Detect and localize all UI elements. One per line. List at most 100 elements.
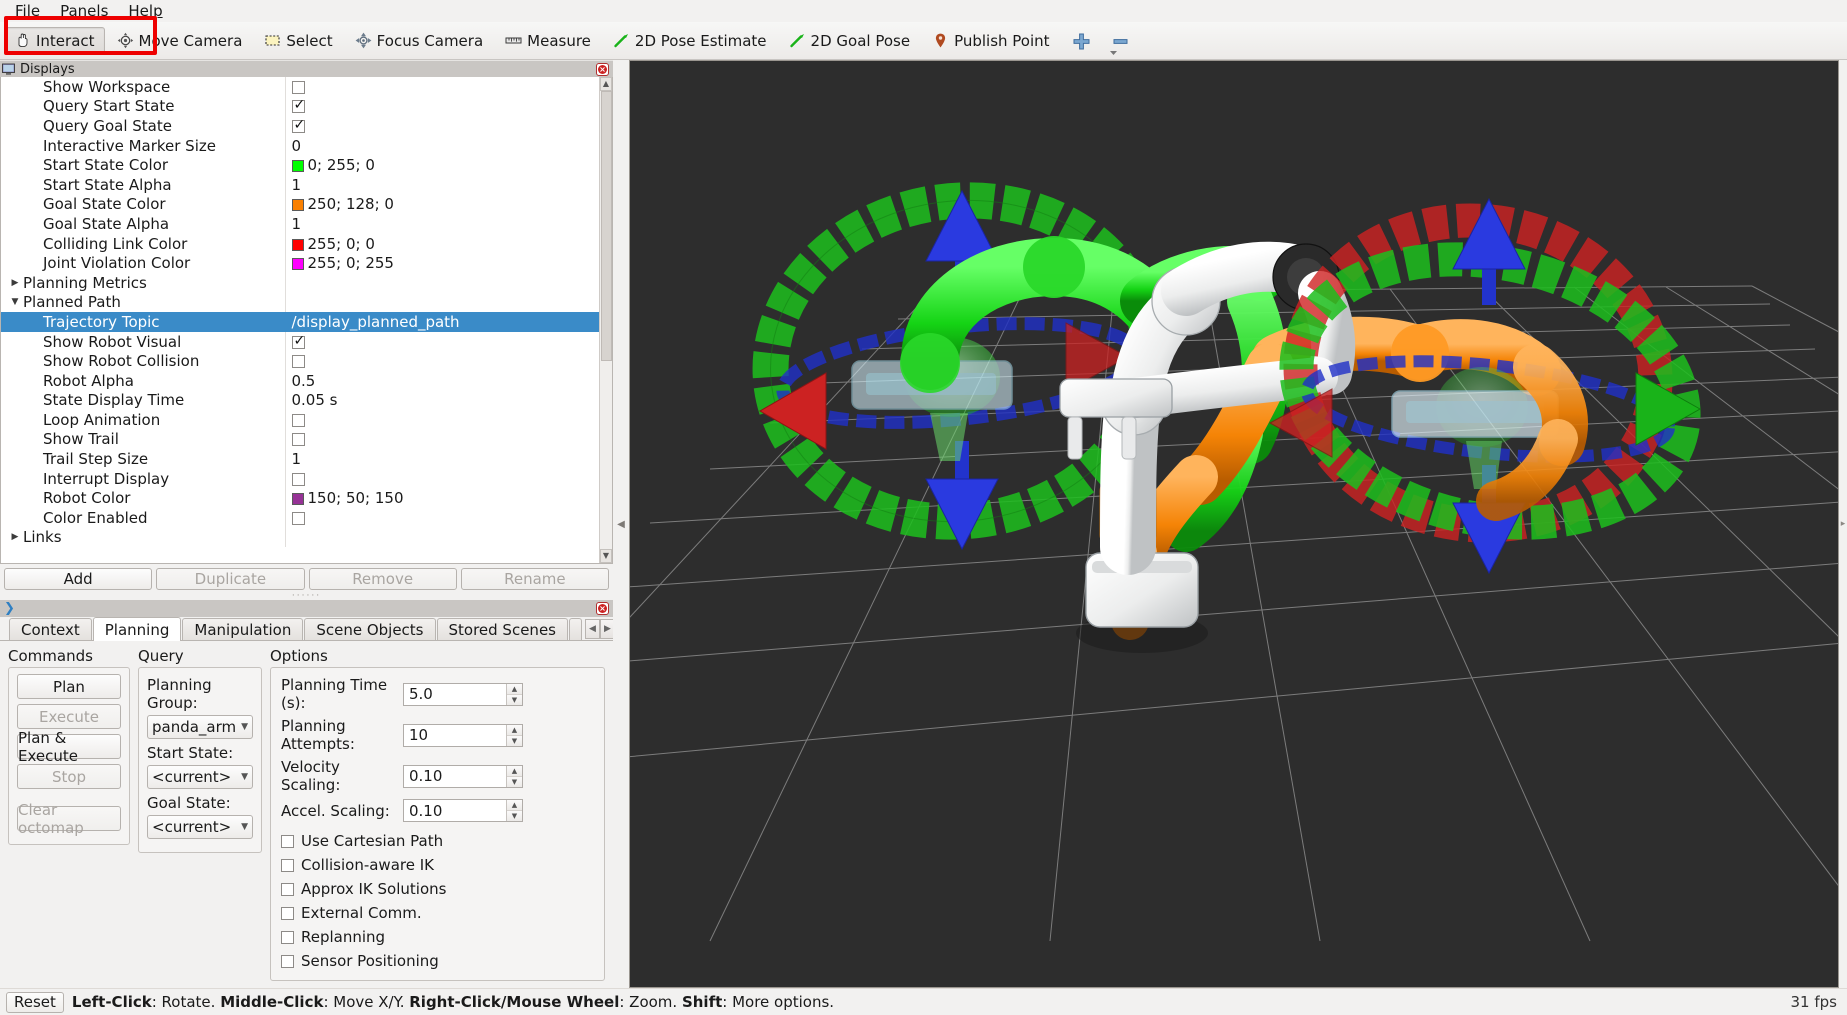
- render-view-3d[interactable]: [629, 60, 1839, 988]
- tool-move-camera[interactable]: Move Camera: [107, 27, 253, 55]
- displays-tree-row[interactable]: Trajectory Topic/display_planned_path: [1, 312, 612, 332]
- remove-button[interactable]: Remove: [308, 568, 457, 590]
- close-icon[interactable]: ×: [596, 62, 609, 76]
- displays-tree-row[interactable]: Loop Animation: [1, 410, 612, 430]
- displays-row-checkbox[interactable]: [291, 413, 305, 427]
- tool-2d-pose-estimate[interactable]: 2D Pose Estimate: [603, 27, 777, 55]
- tool-2d-goal-pose[interactable]: 2D Goal Pose: [779, 27, 921, 55]
- displays-row-checkbox[interactable]: [291, 97, 305, 114]
- planning-time-spinner[interactable]: 5.0 ▲ ▼: [403, 682, 523, 706]
- close-icon[interactable]: ×: [596, 602, 609, 615]
- displays-tree-row[interactable]: ▼ Planned Path: [1, 292, 612, 313]
- accel-scaling-spinner[interactable]: 0.10 ▲ ▼: [403, 799, 523, 822]
- displays-tree-row[interactable]: Robot Alpha 0.5: [1, 370, 612, 391]
- displays-tree-row[interactable]: Show Trail: [1, 429, 612, 450]
- displays-tree-row[interactable]: Start State Color 0; 255; 0: [1, 155, 612, 175]
- scroll-thumb[interactable]: [601, 91, 612, 361]
- displays-tree-row[interactable]: Show Robot Visual: [1, 331, 612, 352]
- spinner-down-icon[interactable]: ▼: [507, 776, 522, 787]
- scroll-down-arrow[interactable]: ▼: [600, 549, 612, 563]
- displays-row-value-cell[interactable]: 250; 128; 0: [284, 194, 612, 215]
- approx-ik-solutions-checkbox[interactable]: [281, 882, 294, 896]
- displays-row-checkbox[interactable]: [291, 333, 305, 349]
- displays-tree-row[interactable]: Robot Color 150; 50; 150: [1, 488, 612, 509]
- spinner-arrows[interactable]: ▲ ▼: [506, 683, 522, 705]
- tool-publish-point[interactable]: Publish Point: [922, 27, 1059, 55]
- displays-tree-row[interactable]: Goal State Color 250; 128; 0: [1, 194, 612, 215]
- displays-tree-row[interactable]: Trail Step Size 1: [1, 449, 612, 469]
- planning-group-select[interactable]: panda_arm ▼: [147, 715, 253, 739]
- tab-stored-states[interactable]: Sto: [568, 618, 582, 640]
- external-comm-checkbox[interactable]: [281, 906, 294, 920]
- collision-aware-ik-checkbox[interactable]: [281, 858, 294, 872]
- collision-aware-ik-row[interactable]: Collision-aware IK: [281, 856, 594, 874]
- displays-row-checkbox[interactable]: [291, 80, 305, 94]
- displays-row-value-cell[interactable]: [284, 508, 612, 528]
- sensor-positioning-checkbox[interactable]: [281, 954, 294, 968]
- start-state-select[interactable]: <current> ▼: [147, 765, 253, 789]
- velocity-scaling-spinner[interactable]: 0.10 ▲ ▼: [403, 764, 523, 788]
- displays-tree-row[interactable]: Show Robot Collision: [1, 351, 612, 371]
- add-button[interactable]: Add: [4, 568, 153, 590]
- spinner-arrows[interactable]: ▲ ▼: [506, 724, 522, 746]
- displays-row-value-cell[interactable]: 1: [284, 174, 612, 195]
- tab-stored-scenes[interactable]: Stored Scenes: [436, 618, 568, 640]
- spinner-up-icon[interactable]: ▲: [507, 800, 522, 811]
- displays-tree-row[interactable]: Start State Alpha 1: [1, 174, 612, 195]
- tab-scene-objects[interactable]: Scene Objects: [304, 618, 436, 640]
- spinner-up-icon[interactable]: ▲: [507, 724, 522, 736]
- displays-row-value-cell[interactable]: 0.5: [284, 370, 612, 391]
- execute-button[interactable]: Execute: [17, 704, 121, 729]
- displays-tree-row[interactable]: Query Goal State: [1, 116, 612, 136]
- planning-attempts-spinner[interactable]: 10 ▲ ▼: [403, 723, 523, 747]
- displays-row-value-cell[interactable]: [284, 331, 612, 352]
- displays-row-value-cell[interactable]: [284, 527, 612, 548]
- displays-row-value-cell[interactable]: [284, 116, 612, 136]
- displays-row-value-cell[interactable]: /display_planned_path: [284, 312, 612, 332]
- chevron-right-icon[interactable]: ❯: [4, 601, 15, 616]
- displays-tree-row[interactable]: Interactive Marker Size 0: [1, 135, 612, 156]
- displays-row-checkbox[interactable]: [291, 117, 305, 133]
- displays-row-checkbox[interactable]: [291, 511, 305, 525]
- tool-select[interactable]: Select: [254, 27, 342, 55]
- tool-add[interactable]: [1062, 27, 1099, 55]
- displays-row-value-cell[interactable]: 255; 0; 0: [284, 233, 612, 254]
- displays-tree-row[interactable]: Show Workspace: [1, 77, 612, 97]
- displays-row-value-cell[interactable]: [284, 77, 612, 97]
- displays-row-value-cell[interactable]: 0: [284, 135, 612, 156]
- color-swatch[interactable]: [291, 199, 304, 212]
- chevron-right-icon[interactable]: ▶: [7, 278, 23, 288]
- color-swatch[interactable]: [291, 493, 304, 506]
- chevron-right-icon[interactable]: ▶: [7, 532, 23, 542]
- scroll-up-arrow[interactable]: ▲: [600, 77, 612, 91]
- plan-button[interactable]: Plan: [17, 674, 121, 699]
- displays-row-value-cell[interactable]: [284, 410, 612, 430]
- spinner-up-icon[interactable]: ▲: [507, 683, 522, 695]
- displays-row-checkbox[interactable]: [291, 355, 305, 369]
- replanning-row[interactable]: Replanning: [281, 928, 594, 946]
- color-swatch[interactable]: [291, 160, 304, 173]
- color-swatch[interactable]: [291, 258, 304, 271]
- displays-row-value-cell[interactable]: 150; 50; 150: [284, 488, 612, 509]
- goal-state-select[interactable]: <current> ▼: [147, 815, 253, 839]
- displays-row-value-cell[interactable]: 255; 0; 255: [284, 253, 612, 273]
- displays-row-value-cell[interactable]: 0.05 s: [284, 390, 612, 411]
- displays-row-value-cell[interactable]: [284, 429, 612, 450]
- spinner-arrows[interactable]: ▲ ▼: [506, 800, 522, 821]
- tool-focus-camera[interactable]: Focus Camera: [345, 27, 493, 55]
- chevron-left-icon[interactable]: ◀: [584, 618, 600, 639]
- dock-splitter-handle[interactable]: ◀: [613, 60, 629, 988]
- tool-remove[interactable]: [1101, 27, 1138, 55]
- spinner-down-icon[interactable]: ▼: [507, 735, 522, 746]
- reset-button[interactable]: Reset: [6, 991, 64, 1013]
- displays-tree-row[interactable]: Joint Violation Color 255; 0; 255: [1, 253, 612, 273]
- spinner-arrows[interactable]: ▲ ▼: [506, 765, 522, 787]
- displays-tree-row[interactable]: Query Start State: [1, 96, 612, 117]
- displays-scrollbar[interactable]: ▲ ▼: [599, 77, 612, 563]
- use-cartesian-path-row[interactable]: Use Cartesian Path: [281, 832, 594, 850]
- view-right-gutter[interactable]: ▸: [1839, 60, 1847, 988]
- displays-tree-row[interactable]: ▶ Planning Metrics: [1, 272, 612, 293]
- external-comm-row[interactable]: External Comm.: [281, 904, 594, 922]
- sensor-positioning-row[interactable]: Sensor Positioning: [281, 952, 594, 970]
- displays-row-value-cell[interactable]: [284, 351, 612, 371]
